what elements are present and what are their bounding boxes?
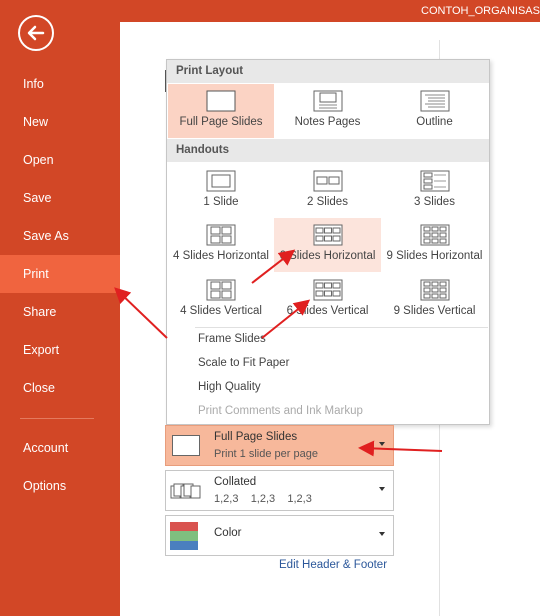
handouts-header: Handouts [167,139,489,162]
nav-options[interactable]: Options [0,467,120,505]
setting-title: Color [214,527,242,539]
nav-account[interactable]: Account [0,429,120,467]
print-layout-dropdown: Print Layout Full Page Slides Notes Page… [166,59,490,425]
option-high-quality[interactable]: High Quality [198,381,261,393]
handout-4-slides-horizontal[interactable]: 4 Slides Horizontal [168,218,274,272]
setting-title: Full Page Slides [214,431,298,443]
title-bar: CONTOH_ORGANISAS [120,0,540,22]
setting-subtitle: 1,2,3 1,2,3 1,2,3 [214,493,312,505]
handout-label: 2 Slides [307,196,348,208]
handout-3-slides-icon [420,170,449,192]
handout-4-slides-icon [206,279,236,301]
outline-icon [420,90,449,112]
layout-label: Full Page Slides [179,116,263,128]
nav-share[interactable]: Share [0,293,120,331]
handout-9-slides-icon [420,279,449,301]
handout-label: 1 Slide [203,196,239,208]
handout-4-slides-icon [206,224,236,246]
handout-2-slides[interactable]: 2 Slides [274,164,381,218]
handout-1-slide-icon [206,170,236,192]
option-frame-slides[interactable]: Frame Slides [198,333,266,345]
nav-open[interactable]: Open [0,141,120,179]
dropdown-divider [195,327,488,328]
nav-export[interactable]: Export [0,331,120,369]
setting-title: Collated [214,476,257,488]
arrow-to-print [114,287,168,339]
nav-save-as[interactable]: Save As [0,217,120,255]
backstage-sidebar: Info New Open Save Save As Print Share E… [0,0,120,616]
handout-2-slides-icon [313,170,342,192]
layout-outline[interactable]: Outline [381,84,488,138]
nav-close[interactable]: Close [0,369,120,407]
nav-save[interactable]: Save [0,179,120,217]
organization-name: CONTOH_ORGANISAS [421,5,540,17]
nav-divider [20,418,94,419]
collated-pages-icon [170,483,201,499]
option-print-comments: Print Comments and Ink Markup [198,405,363,417]
nav-new[interactable]: New [0,103,120,141]
handout-6-slides-horizontal[interactable]: 6 Slides Horizontal [274,218,381,272]
color-setting[interactable]: Color [165,515,394,556]
handout-label: 4 Slides Horizontal [173,250,269,262]
option-scale-to-fit[interactable]: Scale to Fit Paper [198,357,289,369]
full-page-slide-icon [172,435,200,456]
handout-label: 3 Slides [414,196,455,208]
print-layout-setting[interactable]: Full Page Slides Print 1 slide per page [165,425,394,466]
layout-notes-pages[interactable]: Notes Pages [274,84,381,138]
chevron-down-icon [379,442,385,446]
setting-subtitle: Print 1 slide per page [214,448,318,460]
nav-print[interactable]: Print [0,255,120,293]
handout-4-slides-vertical[interactable]: 4 Slides Vertical [168,273,274,327]
layout-label: Notes Pages [294,116,361,128]
chevron-down-icon [379,487,385,491]
nav-info[interactable]: Info [0,65,120,103]
handout-1-slide[interactable]: 1 Slide [168,164,274,218]
handout-6-slides-icon [313,224,342,246]
handout-9-slides-icon [420,224,449,246]
notes-pages-icon [313,90,342,112]
handout-9-slides-vertical[interactable]: 9 Slides Vertical [381,273,488,327]
handout-label: 4 Slides Vertical [180,305,262,317]
print-layout-header: Print Layout [167,60,489,83]
handout-label: 6 Slides Vertical [286,305,369,317]
color-swatch-icon [170,522,198,550]
handout-6-slides-icon [313,279,342,301]
back-arrow-icon[interactable] [18,15,54,51]
layout-label: Outline [416,116,453,128]
handout-6-slides-vertical[interactable]: 6 Slides Vertical [274,273,381,327]
full-page-slide-icon [206,90,236,112]
handout-9-slides-horizontal[interactable]: 9 Slides Horizontal [381,218,488,272]
handout-label: 9 Slides Horizontal [386,250,483,262]
handout-label: 6 Slides Horizontal [279,250,376,262]
edit-header-footer-link[interactable]: Edit Header & Footer [279,559,387,571]
handout-label: 9 Slides Vertical [393,305,476,317]
layout-full-page-slides[interactable]: Full Page Slides [168,84,274,138]
chevron-down-icon [379,532,385,536]
handout-3-slides[interactable]: 3 Slides [381,164,488,218]
collation-setting[interactable]: Collated 1,2,3 1,2,3 1,2,3 [165,470,394,511]
